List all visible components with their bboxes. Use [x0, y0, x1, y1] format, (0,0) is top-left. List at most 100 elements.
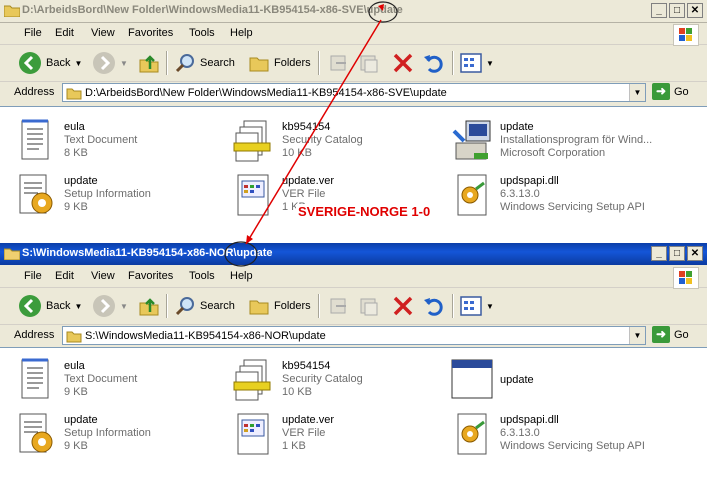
- menu-help[interactable]: Help: [230, 270, 253, 282]
- window-title: D:\ArbeidsBord\New Folder\WindowsMedia11…: [22, 4, 403, 16]
- maximize-button[interactable]: □: [669, 246, 685, 261]
- file-name: kb954154: [282, 121, 331, 133]
- folders-icon: [249, 57, 269, 72]
- menu-file[interactable]: File: [24, 27, 42, 39]
- text-document-icon: [21, 119, 49, 160]
- windows-logo-icon: [673, 24, 699, 46]
- copy-to-icon: [360, 298, 378, 316]
- address-input[interactable]: S:\WindowsMedia11-KB954154-x86-NOR\updat…: [62, 326, 646, 345]
- back-button[interactable]: Back ▼: [18, 50, 82, 76]
- forward-button[interactable]: ▼: [92, 50, 128, 76]
- ver-file-icon: [237, 174, 269, 216]
- file-item[interactable]: update Setup Information 9 KB: [14, 410, 234, 460]
- file-item[interactable]: update.ver VER File 1 KB: [232, 410, 452, 460]
- copy-to-button[interactable]: [358, 293, 380, 319]
- menu-view[interactable]: View: [91, 270, 115, 282]
- ver-file-icon: [237, 413, 269, 455]
- file-size: 8 KB: [64, 147, 88, 159]
- close-button[interactable]: ✕: [687, 3, 703, 18]
- back-button[interactable]: Back ▼: [18, 293, 82, 319]
- file-company: Microsoft Corporation: [500, 147, 606, 159]
- up-folder-button[interactable]: [138, 293, 160, 319]
- file-name: update: [64, 414, 98, 426]
- move-to-button[interactable]: [328, 293, 350, 319]
- file-item[interactable]: kb954154 Security Catalog 10 KB: [232, 356, 452, 406]
- menu-file[interactable]: File: [24, 270, 42, 282]
- menu-edit[interactable]: Edit: [55, 27, 74, 39]
- views-icon: [460, 53, 482, 73]
- file-item[interactable]: kb954154 Security Catalog 10 KB: [232, 117, 452, 167]
- menu-tools[interactable]: Tools: [189, 270, 215, 282]
- up-folder-button[interactable]: [138, 50, 160, 76]
- search-button[interactable]: Search: [174, 50, 235, 76]
- file-name: updspapi.dll: [500, 175, 559, 187]
- close-button[interactable]: ✕: [687, 246, 703, 261]
- setup-information-icon: [19, 174, 53, 214]
- folders-label: Folders: [274, 57, 311, 69]
- chevron-down-icon: ▼: [486, 58, 494, 68]
- file-item[interactable]: update: [450, 356, 670, 406]
- move-to-icon: [330, 298, 346, 314]
- move-to-button[interactable]: [328, 50, 350, 76]
- title-bar[interactable]: D:\ArbeidsBord\New Folder\WindowsMedia11…: [0, 0, 707, 23]
- file-item[interactable]: updspapi.dll 6.3.13.0 Windows Servicing Se…: [450, 171, 700, 221]
- menu-favorites[interactable]: Favorites: [128, 270, 173, 282]
- menu-favorites[interactable]: Favorites: [128, 27, 173, 39]
- copy-to-icon: [360, 55, 378, 73]
- menu-help[interactable]: Help: [230, 27, 253, 39]
- search-icon: [175, 54, 194, 73]
- file-item[interactable]: update Setup Information 9 KB: [14, 171, 234, 221]
- menu-edit[interactable]: Edit: [55, 270, 74, 282]
- back-label: Back: [46, 300, 71, 312]
- window-title: S:\WindowsMedia11-KB954154-x86-NOR\updat…: [22, 247, 273, 259]
- menu-view[interactable]: View: [91, 27, 115, 39]
- search-label: Search: [200, 57, 235, 69]
- views-button[interactable]: ▼: [460, 293, 494, 319]
- file-size: 1 KB: [282, 440, 306, 452]
- undo-icon: [424, 55, 443, 73]
- menu-bar: File Edit View Favorites Tools Help: [0, 266, 707, 289]
- forward-button[interactable]: ▼: [92, 293, 128, 319]
- copy-to-button[interactable]: [358, 50, 380, 76]
- go-button[interactable]: ➜ Go: [652, 326, 689, 343]
- delete-button[interactable]: [392, 293, 414, 319]
- address-input[interactable]: D:\ArbeidsBord\New Folder\WindowsMedia11…: [62, 83, 646, 102]
- folder-icon: [66, 88, 82, 100]
- address-dropdown-button[interactable]: ▼: [629, 84, 645, 101]
- file-size: 9 KB: [64, 201, 88, 213]
- minimize-button[interactable]: _: [651, 246, 667, 261]
- chevron-down-icon: ▼: [74, 58, 83, 68]
- explorer-window-nor: S:\WindowsMedia11-KB954154-x86-NOR\updat…: [0, 243, 707, 494]
- address-dropdown-button[interactable]: ▼: [629, 327, 645, 344]
- undo-button[interactable]: [422, 50, 444, 76]
- delete-button[interactable]: [392, 50, 414, 76]
- title-bar[interactable]: S:\WindowsMedia11-KB954154-x86-NOR\updat…: [0, 243, 707, 265]
- file-name: eula: [64, 121, 85, 133]
- chevron-down-icon: ▼: [486, 301, 494, 311]
- file-item[interactable]: update Installationsprogram för Wind... Mi…: [450, 117, 700, 167]
- file-item[interactable]: eula Text Document 9 KB: [14, 356, 234, 406]
- folders-button[interactable]: Folders: [248, 293, 311, 319]
- menu-tools[interactable]: Tools: [189, 27, 215, 39]
- file-type: Security Catalog: [282, 134, 363, 146]
- go-button[interactable]: ➜ Go: [652, 83, 689, 100]
- file-list: eula Text Document 8 KB kb954154 Security C…: [0, 106, 707, 241]
- file-name: updspapi.dll: [500, 414, 559, 426]
- delete-x-icon: [393, 53, 413, 73]
- address-bar: Address S:\WindowsMedia11-KB954154-x86-N…: [0, 325, 707, 347]
- maximize-button[interactable]: □: [669, 3, 685, 18]
- installer-icon: [452, 120, 491, 160]
- go-label: Go: [674, 328, 689, 341]
- delete-x-icon: [393, 296, 413, 316]
- folders-button[interactable]: Folders: [248, 50, 311, 76]
- file-item[interactable]: eula Text Document 8 KB: [14, 117, 234, 167]
- file-name: eula: [64, 360, 85, 372]
- undo-button[interactable]: [422, 293, 444, 319]
- file-type: VER File: [282, 427, 326, 439]
- file-item[interactable]: updspapi.dll 6.3.13.0 Windows Servicing Se…: [450, 410, 700, 460]
- minimize-button[interactable]: _: [651, 3, 667, 18]
- go-arrow-icon: ➜: [652, 326, 670, 343]
- search-button[interactable]: Search: [174, 293, 235, 319]
- chevron-down-icon: ▼: [120, 58, 128, 68]
- views-button[interactable]: ▼: [460, 50, 494, 76]
